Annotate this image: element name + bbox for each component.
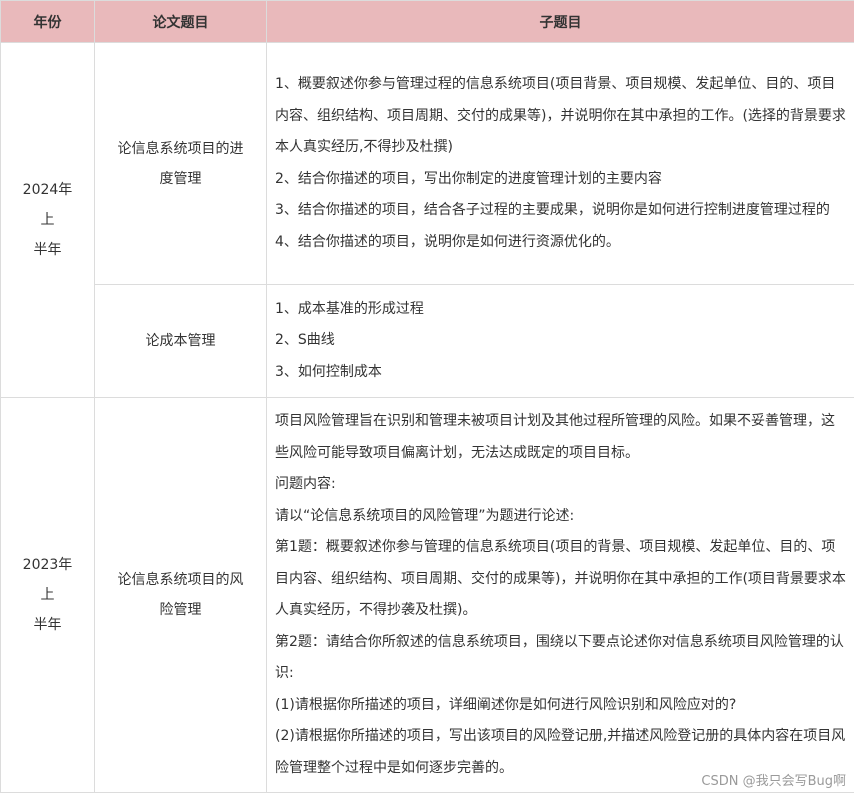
subtopic-cell: 1、成本基准的形成过程 2、S曲线 3、如何控制成本 [266,284,854,398]
subtopic-cell: 1、概要叙述你参与管理过程的信息系统项目(项目背景、项目规模、发起单位、目的、项… [266,42,854,285]
topic-line: 论信息系统项目的风 [117,572,244,588]
subtopic-item: 1、概要叙述你参与管理过程的信息系统项目(项目背景、项目规模、发起单位、目的、项… [275,76,846,155]
year-cell: 2024年上 半年 [0,42,95,398]
subtopic-item: 2、结合你描述的项目，写出你制定的进度管理计划的主要内容 [275,170,662,187]
subtopic-item: 请以“论信息系统项目的风险管理”为题进行论述: [275,507,575,524]
subtopic-item: 1、成本基准的形成过程 [275,300,424,317]
table-header-row: 年份 论文题目 子题目 [0,0,854,43]
topic-cell: 论信息系统项目的进 度管理 [94,42,267,285]
subtopic-item: 3、如何控制成本 [275,363,382,380]
topic-line: 论信息系统项目的进 [117,140,244,157]
year-line: 2024年上 [22,182,73,228]
header-subtopic: 子题目 [266,0,854,43]
topic-cell: 论成本管理 [94,284,267,398]
topic-cell: 论信息系统项目的风 险管理 [94,397,267,793]
table-row: 2023年上 半年 论信息系统项目的风 险管理 项目风险管理旨在识别和管理未被项… [0,397,854,793]
subtopic-item: 问题内容: [275,476,336,492]
subtopic-item: 第1题：概要叙述你参与管理的信息系统项目(项目的背景、项目规模、发起单位、目的、… [275,539,846,618]
header-topic: 论文题目 [94,0,267,43]
table-row: 论成本管理 1、成本基准的形成过程 2、S曲线 3、如何控制成本 [1,284,854,398]
topic-line: 论成本管理 [145,333,216,349]
topic-line: 度管理 [159,170,202,187]
subtopic-item: (1)请根据你所描述的项目，详细阐述你是如何进行风险识别和风险应对的? [275,696,737,713]
subtopic-item: 2、S曲线 [275,332,335,349]
subtopic-item: 3、结合你描述的项目，结合各子过程的主要成果，说明你是如何进行控制进度管理过程的 [275,202,830,218]
year-line: 2023年上 [22,557,73,603]
csdn-watermark: CSDN @我只会写Bug啊 [701,774,846,789]
subtopic-item: 项目风险管理旨在识别和管理未被项目计划及其他过程所管理的风险。如果不妥善管理，这… [275,413,835,461]
year-line: 半年 [33,617,62,633]
year-cell: 2023年上 半年 [0,397,95,793]
subtopic-item: 第2题：请结合你所叙述的信息系统项目，围绕以下要点论述你对信息系统项目风险管理的… [275,633,844,682]
topic-line: 险管理 [159,602,202,618]
paper-topics-table: 年份 论文题目 子题目 2024年上 半年 论信息系统项目的进 度管理 1、概要… [0,0,854,793]
header-year: 年份 [0,0,95,43]
table-row: 2024年上 半年 论信息系统项目的进 度管理 1、概要叙述你参与管理过程的信息… [0,42,854,398]
subtopic-item: 4、结合你描述的项目，说明你是如何进行资源优化的。 [275,233,620,250]
subtopic-cell: 项目风险管理旨在识别和管理未被项目计划及其他过程所管理的风险。如果不妥善管理，这… [266,397,854,793]
year-line: 半年 [33,242,62,258]
